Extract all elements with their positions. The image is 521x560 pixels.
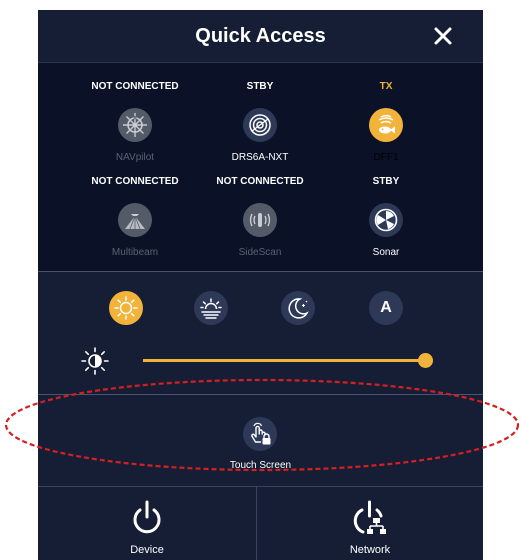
device-name: DRS6A-NXT [231,152,289,163]
device-status: STBY [372,176,400,187]
device-button[interactable]: Device [38,486,256,560]
device-name: SideScan [238,247,282,258]
brightness-slider-knob[interactable] [418,353,433,368]
sidescan-icon [243,203,277,237]
close-icon[interactable] [431,24,455,48]
device-drs6a-nxt[interactable]: STBY DRS6A-NXT [201,80,319,164]
brightness-icon [78,346,112,376]
day-mode-button[interactable] [109,291,143,325]
device-name: Sonar [372,247,400,258]
section-divider [38,271,483,272]
device-status: TX [379,81,393,92]
multibeam-icon [118,203,152,237]
brightness-slider-track [143,359,425,362]
section-divider [38,394,483,395]
title-bar: Quick Access [38,10,483,63]
sun-icon [114,296,138,320]
fish-finder-icon [369,108,403,142]
device-navpilot[interactable]: NOT CONNECTED A NAVpilot [76,80,194,164]
device-name: DFF1 [373,152,399,163]
panel-title: Quick Access [195,25,326,47]
auto-icon: A [380,299,392,316]
svg-text:A: A [133,117,138,123]
network-power-icon [353,500,386,534]
sonar-icon [369,203,403,237]
device-dff1[interactable]: TX DFF1 [327,80,445,164]
sunset-icon [200,298,222,319]
network-button[interactable]: Network [257,486,483,560]
radar-icon [243,108,277,142]
device-multibeam[interactable]: NOT CONNECTED Multibeam [76,175,194,259]
device-button-label: Device [130,544,164,556]
touch-lock-icon [243,417,277,451]
dusk-mode-button[interactable] [194,291,228,325]
device-status: STBY [246,81,274,92]
device-status: NOT CONNECTED [91,176,179,187]
device-status-grid: NOT CONNECTED A NAVpilot STBY DRS6A-NXT … [38,63,483,271]
network-button-label: Network [349,544,391,556]
auto-mode-button[interactable]: A [369,291,403,325]
quick-access-panel: Quick Access NOT CONNECTED A NAVpilot ST… [38,10,483,560]
touch-screen-label: Touch Screen [229,460,292,471]
night-mode-button[interactable] [281,291,315,325]
moon-icon [288,298,309,319]
device-status: NOT CONNECTED [216,176,304,187]
device-sonar[interactable]: STBY Sonar [327,175,445,259]
power-icon [133,500,161,534]
brightness-slider[interactable] [143,348,439,372]
touch-screen-lock-button[interactable]: Touch Screen [188,406,333,482]
helm-icon: A [118,108,152,142]
device-status: NOT CONNECTED [91,81,179,92]
device-sidescan[interactable]: NOT CONNECTED SideScan [201,175,319,259]
device-name: NAVpilot [115,152,155,163]
device-name: Multibeam [111,247,159,258]
